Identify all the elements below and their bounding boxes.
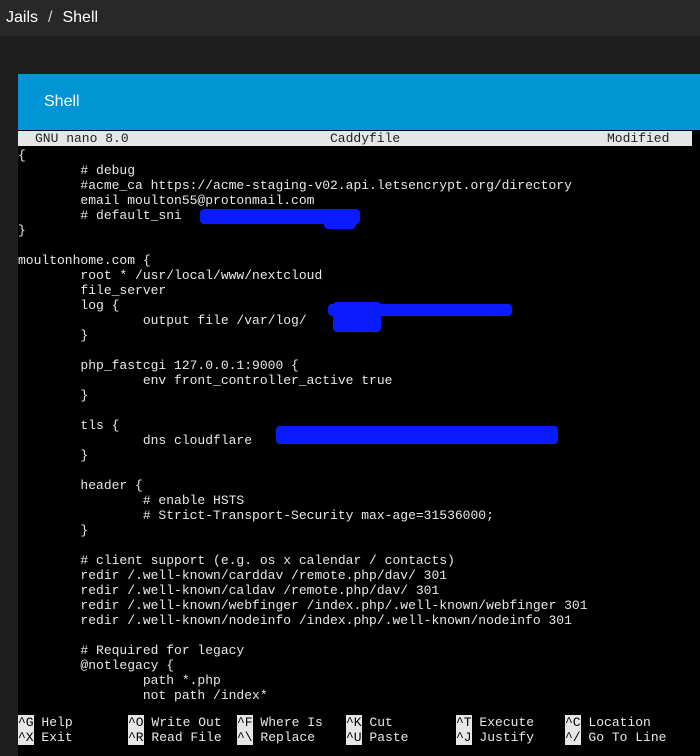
nano-version: GNU nano 8.0 — [35, 131, 129, 146]
code-line: # enable HSTS — [18, 493, 245, 508]
shortcut-label: Location — [588, 715, 651, 730]
shortcut-justify[interactable]: ^J Justify — [456, 730, 534, 745]
shortcut-key: ^F — [237, 715, 253, 730]
shortcut-label: Execute — [479, 715, 535, 730]
shortcut-label: Replace — [260, 730, 316, 745]
shortcut-write-out[interactable]: ^O Write Out — [128, 715, 222, 730]
code-line: # Required for legacy — [18, 643, 245, 658]
shortcut-label: Where Is — [260, 715, 323, 730]
shortcut-label: Read File — [151, 730, 222, 745]
shortcut-paste[interactable]: ^U Paste — [346, 730, 408, 745]
shortcut-key: ^R — [128, 730, 144, 745]
code-line: } — [18, 328, 89, 343]
code-line: file_server — [18, 283, 167, 298]
code-line: # default_sni — [18, 208, 182, 223]
shortcut-label: Paste — [369, 730, 409, 745]
code-line: @notlegacy { — [18, 658, 175, 673]
nano-title-bar: GNU nano 8.0 Caddyfile Modified — [18, 131, 692, 146]
shortcut-help[interactable]: ^G Help — [18, 715, 73, 730]
shortcut-key: ^\ — [237, 730, 253, 745]
shortcut-label: Go To Line — [588, 730, 667, 745]
shortcut-key: ^K — [346, 715, 362, 730]
redaction-sni-tail — [324, 219, 356, 229]
code-line: } — [18, 388, 89, 403]
code-line: # debug — [18, 163, 136, 178]
shortcut-location[interactable]: ^C Location — [565, 715, 651, 730]
breadcrumb-item-jails[interactable]: Jails — [0, 9, 38, 27]
shortcut-key: ^X — [18, 730, 34, 745]
code-line: php_fastcgi 127.0.0.1:9000 { — [18, 358, 299, 373]
shortcut-exit[interactable]: ^X Exit — [18, 730, 73, 745]
shortcut-key: ^J — [456, 730, 472, 745]
shortcut-label: Help — [41, 715, 73, 730]
nano-status: Modified — [607, 131, 670, 146]
shortcut-key: ^O — [128, 715, 144, 730]
shortcut-cut[interactable]: ^K Cut — [346, 715, 393, 730]
shortcut-key: ^/ — [565, 730, 581, 745]
code-line: } — [18, 448, 89, 463]
shortcut-label: Exit — [41, 730, 73, 745]
code-line: output file /var/log/ — [18, 313, 307, 328]
code-line: redir /.well-known/caldav /remote.php/da… — [18, 583, 440, 598]
breadcrumb-separator: / — [48, 9, 53, 26]
code-line: redir /.well-known/carddav /remote.php/d… — [18, 568, 448, 583]
terminal[interactable]: GNU nano 8.0 Caddyfile Modified { # debu… — [18, 130, 700, 756]
code-line: } — [18, 223, 26, 238]
code-line: header { — [18, 478, 143, 493]
shortcut-read-file[interactable]: ^R Read File — [128, 730, 222, 745]
redaction-log-path-lower — [333, 302, 381, 332]
code-line: } — [18, 523, 89, 538]
shortcut-key: ^T — [456, 715, 472, 730]
shortcut-replace[interactable]: ^\ Replace — [237, 730, 315, 745]
shortcut-key: ^C — [565, 715, 581, 730]
breadcrumb-item-shell: Shell — [62, 9, 99, 26]
nano-filename: Caddyfile — [330, 131, 401, 146]
shortcut-label: Write Out — [151, 715, 222, 730]
redaction-cloudflare-token — [276, 426, 558, 444]
code-line: moultonhome.com { — [18, 253, 151, 268]
code-line: not path /index* — [18, 688, 268, 703]
breadcrumb: Jails / Shell — [0, 0, 700, 36]
shortcut-key: ^G — [18, 715, 34, 730]
shortcut-label: Cut — [369, 715, 393, 730]
code-line: # Strict-Transport-Security max-age=3153… — [18, 508, 494, 523]
code-line: #acme_ca https://acme-staging-v02.api.le… — [18, 178, 572, 193]
shortcut-go-to-line[interactable]: ^/ Go To Line — [565, 730, 666, 745]
shortcut-key: ^U — [346, 730, 362, 745]
shortcut-execute[interactable]: ^T Execute — [456, 715, 534, 730]
panel-title: Shell — [18, 74, 700, 130]
code-line: email moulton55@protonmail.com — [18, 193, 315, 208]
code-line: log { — [18, 298, 120, 313]
code-line: redir /.well-known/nodeinfo /index.php/.… — [18, 613, 572, 628]
code-line: root * /usr/local/www/nextcloud — [18, 268, 323, 283]
shortcut-label: Justify — [479, 730, 535, 745]
code-line: path *.php — [18, 673, 221, 688]
code-line: dns cloudflare — [18, 433, 253, 448]
shell-panel: Shell GNU nano 8.0 Caddyfile Modified { … — [18, 74, 700, 756]
shortcut-where-is[interactable]: ^F Where Is — [237, 715, 323, 730]
code-line: { — [18, 148, 26, 163]
code-line: tls { — [18, 418, 120, 433]
code-line: redir /.well-known/webfinger /index.php/… — [18, 598, 588, 613]
code-line: # client support (e.g. os x calendar / c… — [18, 553, 455, 568]
code-line: env front_controller_active true — [18, 373, 393, 388]
